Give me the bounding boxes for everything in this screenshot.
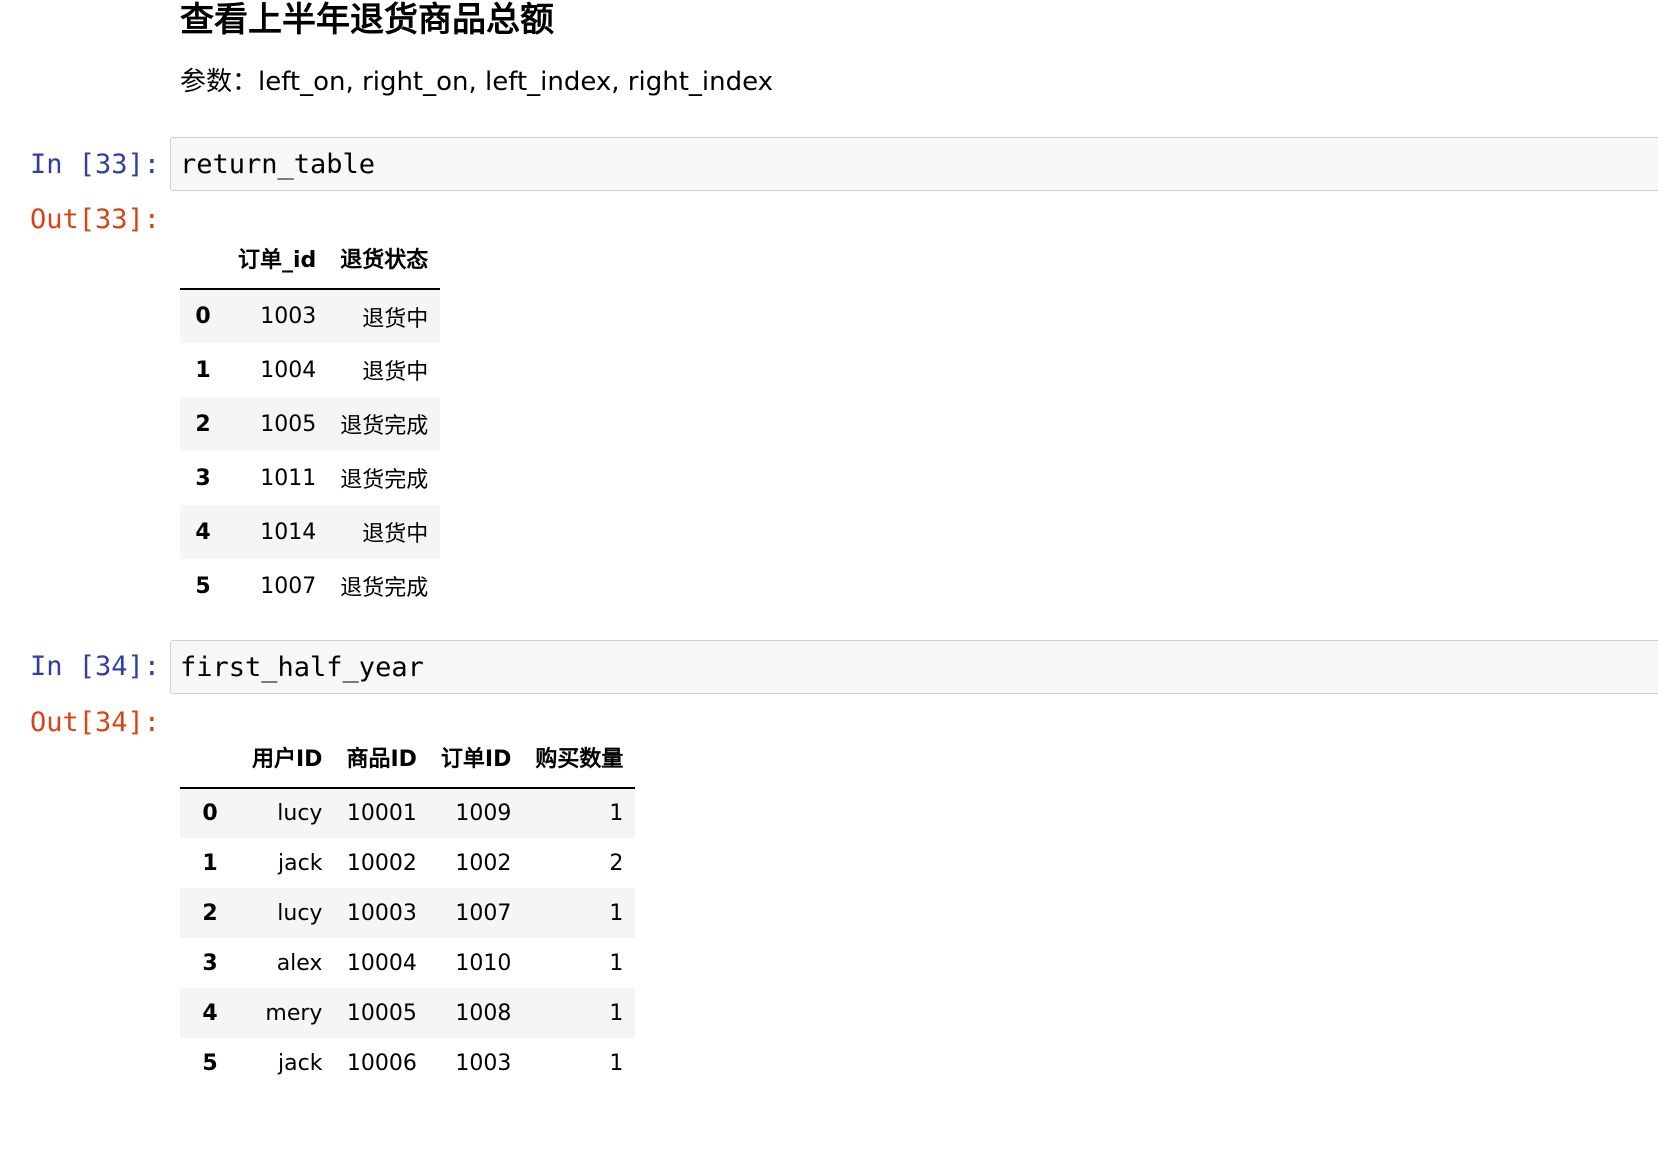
table-cell: 10003	[346, 900, 417, 926]
table-row: 3 1011 退货完成	[180, 451, 440, 505]
table-cell: jack	[278, 850, 323, 876]
row-index: 2	[202, 900, 218, 926]
dataframe-return-table: 订单_id 退货状态 0 1003 退货中 1 1004 退货中 2 1005 …	[180, 228, 441, 613]
table-row: 5 jack 10006 1003 1	[180, 1038, 635, 1088]
table-cell: 1003	[260, 304, 317, 329]
index-header	[180, 727, 240, 789]
table-row: 1 1004 退货中	[180, 343, 440, 397]
row-index: 4	[202, 1000, 218, 1026]
table-row: 4 mery 10005 1008 1	[180, 988, 636, 1038]
table-cell: 10002	[346, 850, 417, 876]
table-cell: 退货中	[362, 522, 429, 547]
code-cell-33[interactable]: return_table	[170, 137, 1658, 191]
table-cell: 1007	[455, 900, 512, 926]
table-cell: lucy	[277, 900, 323, 926]
table-cell: 退货中	[362, 360, 429, 385]
row-index: 1	[202, 850, 218, 876]
table-cell: 退货完成	[340, 576, 429, 601]
row-index: 0	[195, 304, 211, 329]
table-row: 2 lucy 10003 1007 1	[180, 888, 636, 938]
row-index: 3	[195, 465, 211, 491]
column-header: 购买数量	[523, 727, 636, 789]
table-row: 2 1005 退货完成	[180, 397, 441, 451]
out-prompt-34: Out[34]:	[29, 707, 160, 738]
table-cell: 10001	[346, 801, 417, 826]
table-cell: mery	[265, 1000, 323, 1026]
table-cell: 1	[609, 950, 624, 976]
table-cell: 1	[609, 1050, 624, 1076]
in-prompt-33: In [33]:	[29, 149, 160, 180]
table-cell: 1002	[455, 850, 512, 876]
table-row: 5 1007 退货完成	[180, 559, 440, 613]
table-cell: 10004	[346, 950, 417, 976]
column-header: 用户ID	[240, 727, 335, 789]
table-cell: 1	[609, 1000, 624, 1026]
table-row: 0 lucy 10001 1009 1	[180, 788, 636, 838]
column-header: 订单_id	[226, 228, 329, 290]
table-row: 3 alex 10004 1010 1	[180, 938, 635, 988]
code-cell-34[interactable]: first_half_year	[170, 640, 1658, 694]
table-cell: 2	[609, 850, 624, 876]
table-row: 1 jack 10002 1002 2	[180, 838, 635, 888]
table-header-row: 用户ID 商品ID 订单ID 购买数量	[180, 727, 636, 789]
table-cell: 退货完成	[340, 468, 429, 493]
table-cell: 10005	[346, 1000, 417, 1026]
table-row: 4 1014 退货中	[180, 505, 441, 559]
table-header-row: 订单_id 退货状态	[180, 228, 441, 290]
table-cell: 退货中	[362, 306, 429, 332]
table-cell: 1003	[455, 1050, 512, 1076]
out-prompt-33: Out[33]:	[29, 204, 160, 235]
table-cell: 1009	[455, 801, 512, 826]
row-index: 5	[202, 1050, 218, 1076]
row-index: 5	[195, 573, 211, 599]
table-cell: 1007	[260, 573, 317, 599]
column-header: 退货状态	[328, 228, 441, 290]
row-index: 2	[195, 411, 211, 437]
markdown-params: 参数：left_on, right_on, left_index, right_…	[180, 67, 774, 97]
table-cell: jack	[278, 1050, 323, 1076]
table-cell: 1	[609, 801, 624, 826]
table-cell: 1005	[260, 411, 317, 437]
table-cell: 退货完成	[340, 414, 429, 439]
table-cell: 10006	[346, 1050, 417, 1076]
table-row: 0 1003 退货中	[180, 289, 441, 343]
row-index: 4	[195, 519, 211, 545]
table-cell: 1011	[260, 465, 317, 491]
dataframe-first-half-year: 用户ID 商品ID 订单ID 购买数量 0 lucy 10001 1009 1 …	[180, 727, 636, 1088]
index-header	[180, 228, 226, 290]
table-cell: 1004	[260, 357, 317, 383]
markdown-heading: 查看上半年退货商品总额	[180, 0, 554, 40]
row-index: 1	[195, 357, 211, 383]
table-cell: 1014	[260, 519, 317, 545]
code-text-34[interactable]: first_half_year	[180, 650, 424, 686]
table-cell: 1	[609, 900, 624, 926]
table-cell: 1010	[455, 950, 512, 976]
table-cell: 1008	[455, 1000, 512, 1026]
column-header: 订单ID	[428, 727, 524, 789]
in-prompt-34: In [34]:	[29, 651, 160, 682]
table-cell: lucy	[277, 801, 323, 826]
row-index: 3	[202, 950, 218, 976]
column-header: 商品ID	[334, 727, 429, 789]
code-text-33[interactable]: return_table	[180, 147, 375, 183]
table-cell: alex	[276, 950, 323, 976]
row-index: 0	[202, 801, 218, 826]
